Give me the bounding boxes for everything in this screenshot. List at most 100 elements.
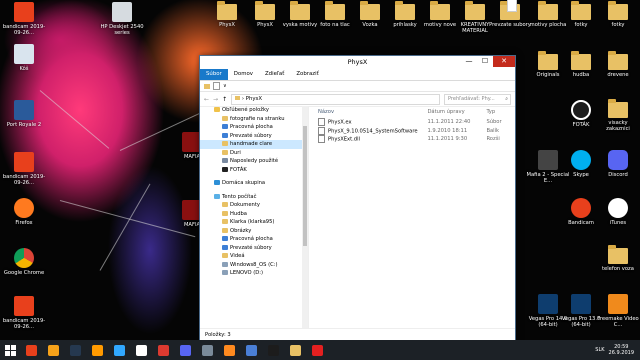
desktop-icon-firefox[interactable]: Firefox <box>2 198 46 226</box>
nav-item[interactable]: Pracovná plocha <box>200 235 308 244</box>
taskbar-app-button[interactable] <box>174 340 196 360</box>
file-icon <box>318 118 325 126</box>
desktop-icon-bandicam-3[interactable]: bandicam 2019-09-26... <box>2 296 46 330</box>
clock-date: 26.9.2019 <box>608 350 634 356</box>
nav-item[interactable]: Domáca skupina <box>200 179 308 188</box>
nav-item[interactable]: Obľúbené položky <box>200 106 308 115</box>
file-list: Názov Dátum úpravy Typ PhysX.ex 11.1.2011… <box>310 106 515 328</box>
desktop-icon-chrome[interactable]: Google Chrome <box>2 248 46 276</box>
file-row[interactable]: PhysX.ex 11.1.2011 22:40 Súbor <box>310 118 515 127</box>
nav-item[interactable]: LENOVO (D:) <box>200 269 308 278</box>
nav-item[interactable]: Tento počítač <box>200 193 308 202</box>
bandicam-icon <box>14 152 34 172</box>
desktop: bandicam 2019-09-26... Kôš Port Royale 2… <box>0 0 640 340</box>
freemake-icon <box>608 294 628 314</box>
nav-scrollbar[interactable] <box>302 106 308 328</box>
desktop-icon-port-royale[interactable]: Port Royale 2 <box>2 100 46 128</box>
address-field[interactable]: › PhysX <box>231 93 440 105</box>
taskbar-app-button[interactable] <box>240 340 262 360</box>
nav-item[interactable]: Prevzaté súbory <box>200 132 308 141</box>
scrollbar-thumb[interactable] <box>303 126 307 246</box>
taskbar-app-button[interactable] <box>108 340 130 360</box>
breadcrumb-physx[interactable]: PhysX <box>246 96 262 102</box>
chrome-icon <box>14 248 34 268</box>
nav-item-label: handmade clare <box>230 141 273 147</box>
up-arrow-icon[interactable]: ↑ <box>222 96 227 103</box>
desktop-icon-hp-printer[interactable]: HP Deskjet 2540 series <box>100 2 144 36</box>
navigation-pane[interactable]: Obľúbené položky fotografie na stranku Pra… <box>200 106 309 328</box>
desktop-icon-folder[interactable]: telefon voza <box>596 245 640 272</box>
taskbar-app-button[interactable] <box>64 340 86 360</box>
taskbar-app-button[interactable] <box>284 340 306 360</box>
taskbar-app-button[interactable] <box>306 340 328 360</box>
search-input[interactable]: Prehľadávať: Phy... ⌕ <box>444 93 511 105</box>
windows-logo-icon <box>4 344 16 356</box>
taskbar-app-button[interactable] <box>152 340 174 360</box>
nav-item[interactable]: Naposledy použité <box>200 157 308 166</box>
folder-icon <box>222 158 228 163</box>
icon-label: Prevzate subory <box>489 22 531 28</box>
nav-item[interactable]: handmade clare <box>200 140 308 149</box>
maximize-button[interactable]: ☐ <box>477 56 493 67</box>
folder-icon <box>395 1 415 20</box>
nav-item-label: Tento počítač <box>222 193 257 200</box>
tab-share[interactable]: Zdieľať <box>259 69 290 80</box>
taskbar-app-button[interactable] <box>262 340 284 360</box>
folder-icon <box>214 180 220 185</box>
desktop-icon-folder[interactable]: visacky zakaznici <box>596 99 640 132</box>
close-button[interactable]: ✕ <box>493 56 515 67</box>
column-name[interactable]: Názov <box>310 106 427 118</box>
start-button[interactable] <box>0 340 20 360</box>
mafia-icon <box>538 150 558 170</box>
tab-view[interactable]: Zobraziť <box>290 69 324 80</box>
nav-item[interactable]: Windows8_OS (C:) <box>200 261 308 270</box>
nav-item[interactable]: Duri <box>200 149 308 158</box>
desktop-icon-folder[interactable]: drevene <box>596 51 640 78</box>
title-bar[interactable]: PhysX — ☐ ✕ <box>200 56 515 69</box>
desktop-icon-bandicam[interactable]: bandicam 2019-09-26... <box>2 2 46 36</box>
nav-item[interactable]: Prevzaté súbory <box>200 244 308 253</box>
minimize-button[interactable]: — <box>461 56 477 67</box>
search-placeholder: Prehľadávať: Phy... <box>448 95 495 102</box>
desktop-icon-bandicam-2[interactable]: bandicam 2019-09-26... <box>2 152 46 186</box>
tab-file[interactable]: Súbor <box>200 69 228 80</box>
column-date[interactable]: Dátum úpravy <box>427 106 486 118</box>
nav-item[interactable]: Videá <box>200 252 308 261</box>
taskbar-app-button[interactable] <box>42 340 64 360</box>
customize-chevron-icon[interactable]: ∨ <box>223 83 227 89</box>
nav-item[interactable]: Obrázky <box>200 227 308 236</box>
taskbar-app-button[interactable] <box>86 340 108 360</box>
file-row[interactable]: PhysX_9.10.0514_SystemSoftware 1.9.2010 1… <box>310 126 515 136</box>
nav-item[interactable]: Klarka (klarka95) <box>200 218 308 227</box>
forward-arrow-icon[interactable]: → <box>213 96 218 103</box>
taskbar-app-button[interactable] <box>196 340 218 360</box>
taskbar-app-button[interactable] <box>20 340 42 360</box>
nav-item-label: LENOVO (D:) <box>230 270 264 276</box>
clock[interactable]: 20:59 26.9.2019 <box>609 344 634 356</box>
taskbar-app-button[interactable] <box>218 340 240 360</box>
desktop-icon-freemake[interactable]: Freemake Video C... <box>596 294 640 328</box>
desktop-icon-recycle-bin[interactable]: Kôš <box>2 44 46 72</box>
nav-item-label: FOTÁK <box>230 166 247 173</box>
camera-icon <box>571 100 591 120</box>
desktop-icon-folder[interactable]: fotky <box>596 1 640 28</box>
icon-label: MAFIA <box>183 222 201 228</box>
taskbar-app-button[interactable] <box>130 340 152 360</box>
tab-home[interactable]: Domov <box>228 69 259 80</box>
desktop-icon-itunes[interactable]: iTunes <box>596 198 640 226</box>
column-type[interactable]: Typ <box>486 106 515 118</box>
back-arrow-icon[interactable]: ← <box>204 96 209 103</box>
nav-item[interactable]: Pracovná plocha <box>200 123 308 132</box>
nav-item[interactable]: Hudba <box>200 210 308 219</box>
desktop-icon-discord[interactable]: Discord <box>596 150 640 178</box>
language-indicator[interactable]: SLK <box>595 347 604 353</box>
nav-item[interactable]: fotografie na stranku <box>200 115 308 124</box>
nav-item[interactable]: Dokumenty <box>200 201 308 210</box>
breadcrumb-separator-icon: › <box>241 95 244 102</box>
explorer-window[interactable]: PhysX — ☐ ✕ Súbor Domov Zdieľať Zobraziť… <box>199 55 516 340</box>
properties-icon[interactable] <box>213 82 220 90</box>
folder-icon <box>222 253 228 258</box>
icon-label: KREATIVNY MATERIAL <box>460 22 490 34</box>
nav-item[interactable]: FOTÁK <box>200 166 308 175</box>
file-row[interactable]: PhysXExt.dll 11.1.2011 9:30 Rozši <box>310 135 515 144</box>
